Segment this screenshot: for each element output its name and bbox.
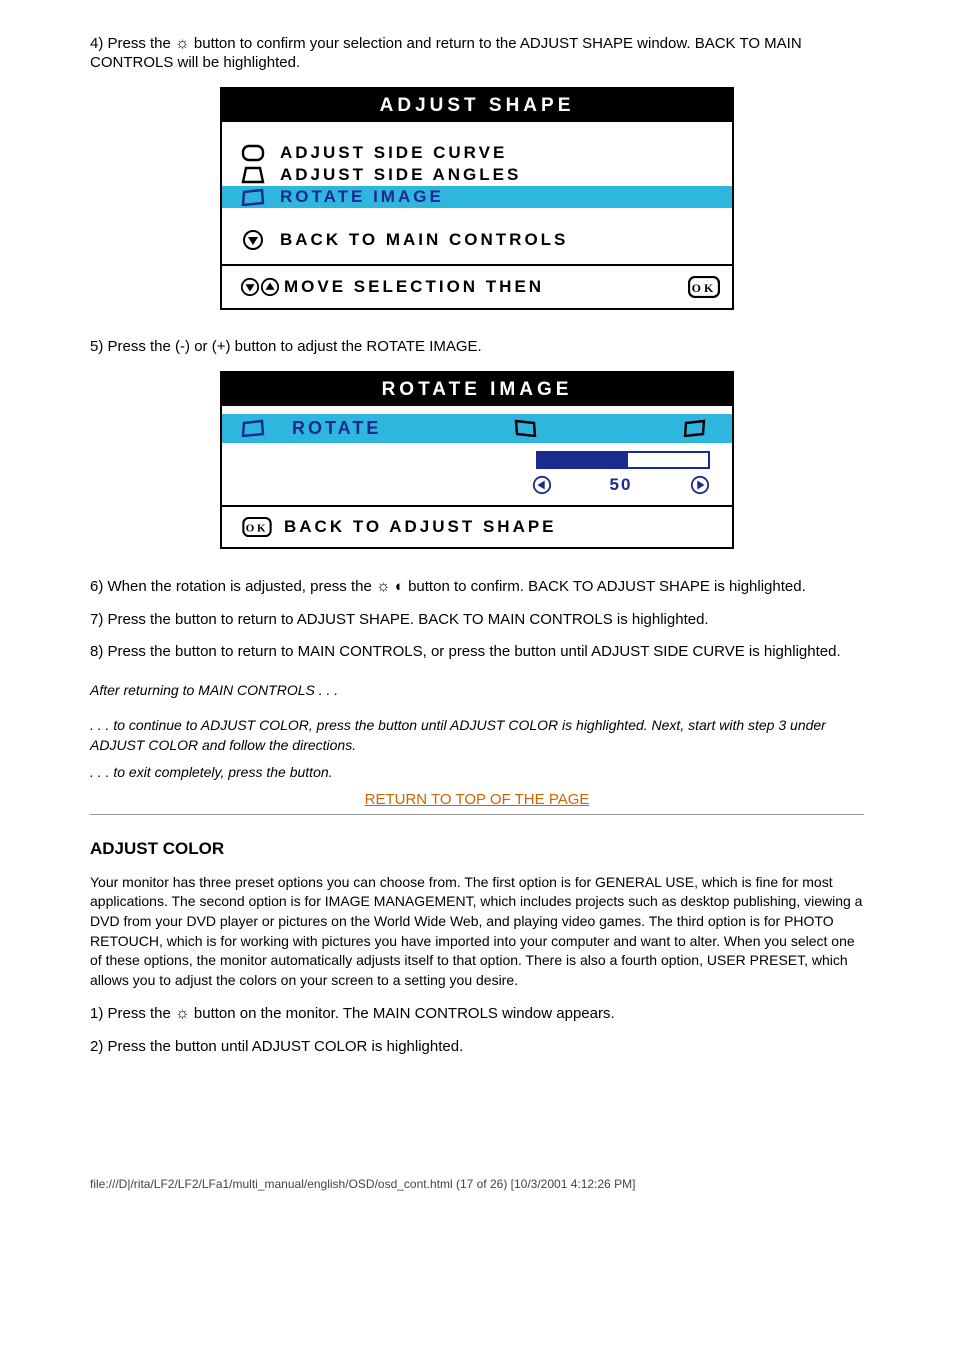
rotate-slider: 50	[222, 443, 732, 505]
step-7: 7) Press the button to return to ADJUST …	[90, 611, 864, 630]
step-8-text-a: 8) Press the	[90, 643, 175, 660]
step-8-text-b: button to return to MAIN CONTROLS, or pr…	[175, 643, 514, 660]
page-footer: file:///D|/rita/LF2/LF2/LFa1/multi_manua…	[90, 1177, 864, 1191]
after-note-2b: button.	[290, 764, 333, 780]
back-to-adjust-shape[interactable]: OK BACK TO ADJUST SHAPE	[222, 505, 732, 547]
svg-text:OK: OK	[246, 522, 268, 534]
step-5: 5) Press the (-) or (+) button to adjust…	[90, 338, 864, 357]
step-7-text-a: 7) Press the	[90, 611, 175, 628]
menu-item-rotate-image-label: ROTATE IMAGE	[280, 187, 444, 207]
up-down-arrows-icon	[240, 277, 280, 297]
step-4-text-a: 4) Press the	[90, 35, 175, 52]
back-to-adjust-shape-label: BACK TO ADJUST SHAPE	[284, 517, 557, 537]
osd-rotate-image: ROTATE IMAGE ROTATE	[220, 371, 734, 549]
step-8-text-c: button until ADJUST SIDE CURVE is highli…	[514, 643, 840, 660]
menu-item-back-main[interactable]: BACK TO MAIN CONTROLS	[222, 228, 732, 252]
pincushion-icon	[240, 144, 266, 162]
ok-button-icon: ☼	[175, 1005, 190, 1022]
step-5-text-c: button to adjust the ROTATE IMAGE.	[235, 338, 482, 355]
ok-badge-icon: OK	[242, 517, 272, 537]
color-step-1a: 1) Press the	[90, 1005, 175, 1022]
menu-item-side-angles-label: ADJUST SIDE ANGLES	[280, 165, 521, 185]
color-step-2b: button until ADJUST COLOR is highlighted…	[175, 1038, 463, 1055]
rotate-icon	[240, 188, 266, 206]
contrast-icon: ◐	[395, 578, 404, 595]
ok-button-icon: ☼	[175, 35, 190, 52]
after-note-2a: . . . to exit completely, press the	[90, 764, 290, 780]
osd1-footer: MOVE SELECTION THEN OK	[222, 264, 732, 308]
slider-bar[interactable]	[536, 451, 710, 469]
tilt-left-icon	[514, 419, 538, 437]
step-5-text-a: 5) Press the	[90, 338, 175, 355]
after-note-heading: After returning to MAIN CONTROLS . . .	[90, 682, 864, 698]
color-step-2a: 2) Press the	[90, 1038, 175, 1055]
step-6: 6) When the rotation is adjusted, press …	[90, 577, 864, 597]
menu-item-side-curve-label: ADJUST SIDE CURVE	[280, 143, 507, 163]
osd2-title: ROTATE IMAGE	[222, 373, 732, 406]
menu-item-side-curve[interactable]: ADJUST SIDE CURVE	[222, 142, 732, 164]
section-adjust-color: ADJUST COLOR	[90, 839, 864, 859]
osd1-title: ADJUST SHAPE	[222, 89, 732, 122]
step-4-text-b: button to confirm your selection and ret…	[90, 35, 802, 71]
osd1-footer-label: MOVE SELECTION THEN	[284, 277, 544, 297]
arrow-right-icon[interactable]	[690, 475, 710, 495]
step-4: 4) Press the ☼ button to confirm your se…	[90, 34, 864, 73]
trapezoid-icon	[240, 166, 266, 184]
return-to-top-label: RETURN TO TOP OF THE PAGE	[365, 791, 590, 808]
menu-item-rotate-image[interactable]: ROTATE IMAGE	[222, 186, 732, 208]
step-5-text-b: or	[194, 338, 212, 355]
adjust-color-intro: Your monitor has three preset options yo…	[90, 873, 864, 991]
plus-button-icon: (+)	[212, 338, 231, 355]
ok-badge-icon: OK	[688, 276, 720, 298]
after-note-1a: . . . to continue to ADJUST COLOR, press…	[90, 717, 378, 733]
menu-item-side-angles[interactable]: ADJUST SIDE ANGLES	[222, 164, 732, 186]
rotate-row-icon	[240, 419, 266, 437]
svg-text:OK: OK	[692, 281, 717, 295]
rotate-value: 50	[610, 475, 633, 495]
ok-button-icon: ☼	[376, 578, 391, 595]
osd-adjust-shape: ADJUST SHAPE ADJUST SIDE CURVE ADJUST SI…	[220, 87, 734, 310]
return-to-top-link[interactable]: RETURN TO TOP OF THE PAGE	[90, 791, 864, 808]
color-step-1: 1) Press the ☼ button on the monitor. Th…	[90, 1004, 864, 1024]
tilt-right-icon	[682, 419, 706, 437]
rotate-row[interactable]: ROTATE	[222, 414, 732, 443]
step-7-text-b: button to return to ADJUST SHAPE. BACK T…	[175, 611, 709, 628]
divider	[90, 814, 864, 815]
step-6-text-a: 6) When the rotation is adjusted, press …	[90, 578, 376, 595]
color-step-2: 2) Press the button until ADJUST COLOR i…	[90, 1038, 864, 1057]
step-6-text-b: button to confirm. BACK TO ADJUST SHAPE …	[408, 578, 806, 595]
color-step-1b: button on the monitor. The MAIN CONTROLS…	[194, 1005, 615, 1022]
rotate-row-label: ROTATE	[292, 418, 502, 439]
slider-fill	[538, 453, 628, 467]
back-arrow-icon	[240, 229, 266, 251]
step-8: 8) Press the button to return to MAIN CO…	[90, 643, 864, 662]
menu-item-back-main-label: BACK TO MAIN CONTROLS	[280, 230, 568, 250]
arrow-left-icon[interactable]	[532, 475, 552, 495]
minus-button-icon: (-)	[175, 338, 190, 355]
